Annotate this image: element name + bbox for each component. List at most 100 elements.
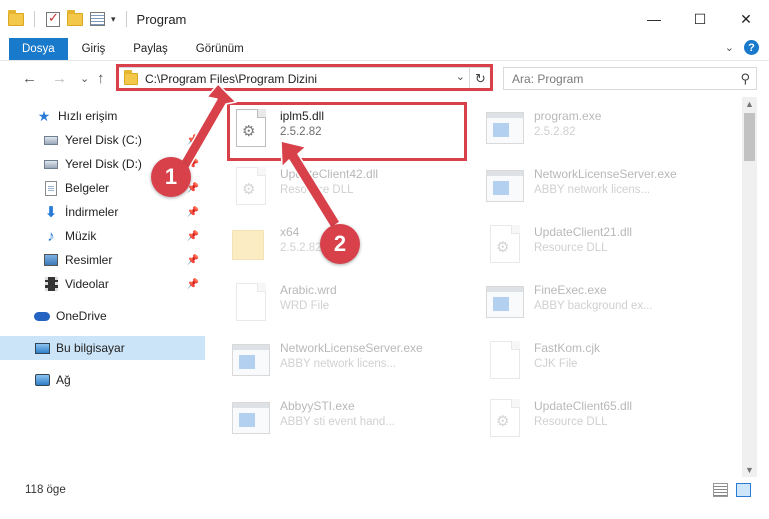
file-detail: CJK File — [534, 358, 578, 370]
pin-icon[interactable]: 📌 — [187, 135, 199, 146]
file-detail: ABBY background ex... — [534, 300, 653, 312]
sidebar-item-local-disk-c[interactable]: Yerel Disk (C:) 📌 — [0, 128, 205, 152]
file-detail: Resource DLL — [280, 184, 354, 196]
file-detail: 2.5.2.82 — [280, 242, 322, 254]
pin-icon[interactable]: 📌 — [187, 207, 199, 218]
back-button[interactable]: ← — [22, 70, 37, 87]
scrollbar-thumb[interactable] — [744, 113, 755, 161]
exe-icon — [232, 341, 270, 381]
sidebar-item-label: Yerel Disk (D:) — [65, 157, 142, 171]
up-button[interactable]: ↑ — [97, 70, 105, 87]
search-input[interactable]: Ara: Program — [512, 72, 583, 86]
sidebar-item-quick-access[interactable]: ★ Hızlı erişim — [0, 104, 205, 128]
documents-icon — [43, 180, 59, 196]
details-view-icon[interactable] — [713, 483, 728, 497]
exe-icon — [486, 109, 524, 149]
tab-file[interactable]: Dosya — [9, 38, 68, 60]
file-item[interactable]: ⚙ UpdateClient42.dll Resource DLL — [226, 159, 476, 217]
file-item[interactable]: ⚙ UpdateClient65.dll Resource DLL — [480, 391, 730, 449]
file-name: FastKom.cjk — [534, 341, 601, 355]
file-icon — [486, 341, 524, 381]
sidebar-item-network[interactable]: Ağ — [0, 368, 205, 392]
title-bar: ▾ Program — ☐ ✕ — [0, 0, 769, 38]
sidebar-item-label: OneDrive — [56, 309, 107, 323]
pin-icon[interactable]: 📌 — [187, 231, 199, 242]
sidebar-item-label: Müzik — [65, 229, 97, 243]
file-item[interactable]: FineExec.exe ABBY background ex... — [480, 275, 730, 333]
help-icon[interactable]: ? — [744, 40, 759, 55]
pin-icon[interactable]: 📌 — [187, 255, 199, 266]
videos-icon — [43, 276, 59, 292]
file-item[interactable]: Arabic.wrd WRD File — [226, 275, 476, 333]
recent-locations-icon[interactable]: ⌄ — [80, 72, 89, 85]
this-pc-icon — [34, 340, 50, 356]
new-folder-icon[interactable] — [67, 9, 83, 27]
sidebar-item-music[interactable]: ♪ Müzik 📌 — [0, 224, 205, 248]
pin-icon[interactable]: 📌 — [187, 279, 199, 290]
minimize-button[interactable]: — — [631, 0, 677, 38]
close-button[interactable]: ✕ — [723, 0, 769, 38]
sidebar-item-label: Belgeler — [65, 181, 110, 195]
file-name: NetworkLicenseServer.exe — [280, 341, 423, 355]
window-controls: — ☐ ✕ — [631, 0, 769, 38]
exe-icon — [486, 167, 524, 207]
exe-icon — [486, 283, 524, 323]
folder-icon — [232, 225, 270, 265]
tab-view[interactable]: Görünüm — [182, 38, 258, 60]
properties-icon[interactable] — [89, 11, 105, 27]
dll-icon: ⚙ — [232, 167, 270, 207]
file-item[interactable]: NetworkLicenseServer.exe ABBY network li… — [480, 159, 730, 217]
toolbar-divider — [34, 11, 35, 27]
file-item[interactable]: NetworkLicenseServer.exe ABBY network li… — [226, 333, 476, 391]
network-icon — [34, 372, 50, 388]
file-highlight — [227, 102, 467, 161]
pictures-icon — [43, 252, 59, 268]
sidebar-item-videos[interactable]: Videolar 📌 — [0, 272, 205, 296]
sidebar-item-onedrive[interactable]: OneDrive — [0, 304, 205, 328]
status-bar: 118 öge — [0, 480, 769, 502]
expand-ribbon-icon[interactable]: ⌄ — [725, 41, 734, 54]
tab-share[interactable]: Paylaş — [119, 38, 182, 60]
properties-check-icon[interactable] — [45, 10, 61, 27]
file-item[interactable]: AbbyySTI.exe ABBY sti event hand... — [226, 391, 476, 449]
disk-icon — [43, 156, 59, 172]
sidebar-item-label: İndirmeler — [65, 205, 119, 219]
scroll-down-icon[interactable]: ▼ — [745, 465, 754, 475]
sidebar-item-downloads[interactable]: ⬇ İndirmeler 📌 — [0, 200, 205, 224]
customize-toolbar-dropdown-icon[interactable]: ▾ — [111, 14, 116, 25]
file-name: UpdateClient42.dll — [280, 167, 379, 181]
search-icon[interactable]: ⚲ — [740, 71, 750, 87]
vertical-scrollbar[interactable]: ▲ ▼ — [742, 97, 757, 477]
file-detail: Resource DLL — [534, 416, 608, 428]
forward-button[interactable]: → — [52, 70, 67, 87]
search-box[interactable]: Ara: Program ⚲ — [503, 67, 757, 90]
folder-icon[interactable] — [8, 9, 24, 27]
sidebar-item-label: Yerel Disk (C:) — [65, 133, 142, 147]
file-detail: 2.5.2.82 — [534, 126, 576, 138]
sidebar-item-label: Hızlı erişim — [58, 109, 118, 123]
file-name: Arabic.wrd — [280, 283, 337, 297]
file-item[interactable]: ⚙ UpdateClient21.dll Resource DLL — [480, 217, 730, 275]
file-item[interactable]: FastKom.cjk CJK File — [480, 333, 730, 391]
sidebar-item-label: Bu bilgisayar — [56, 341, 125, 355]
file-name: NetworkLicenseServer.exe — [534, 167, 677, 181]
sidebar-item-pictures[interactable]: Resimler 📌 — [0, 248, 205, 272]
quick-access-toolbar: ▾ — [0, 0, 131, 38]
dll-icon: ⚙ — [486, 225, 524, 265]
maximize-button[interactable]: ☐ — [677, 0, 723, 38]
dll-icon: ⚙ — [486, 399, 524, 439]
sidebar-item-this-pc[interactable]: Bu bilgisayar — [0, 336, 205, 360]
scroll-up-icon[interactable]: ▲ — [745, 99, 754, 109]
file-item[interactable]: program.exe 2.5.2.82 — [480, 101, 730, 159]
file-name: x64 — [280, 225, 300, 239]
sidebar-item-label: Resimler — [65, 253, 113, 267]
downloads-icon: ⬇ — [44, 204, 58, 221]
ribbon-right-controls: ⌄ ? — [725, 40, 759, 55]
item-count: 118 öge — [25, 484, 66, 496]
callout-2: 2 — [320, 224, 360, 264]
tiles-view-icon[interactable] — [736, 483, 751, 497]
onedrive-icon — [34, 308, 50, 324]
tab-home[interactable]: Giriş — [68, 38, 120, 60]
file-detail: WRD File — [280, 300, 330, 312]
exe-icon — [232, 399, 270, 439]
